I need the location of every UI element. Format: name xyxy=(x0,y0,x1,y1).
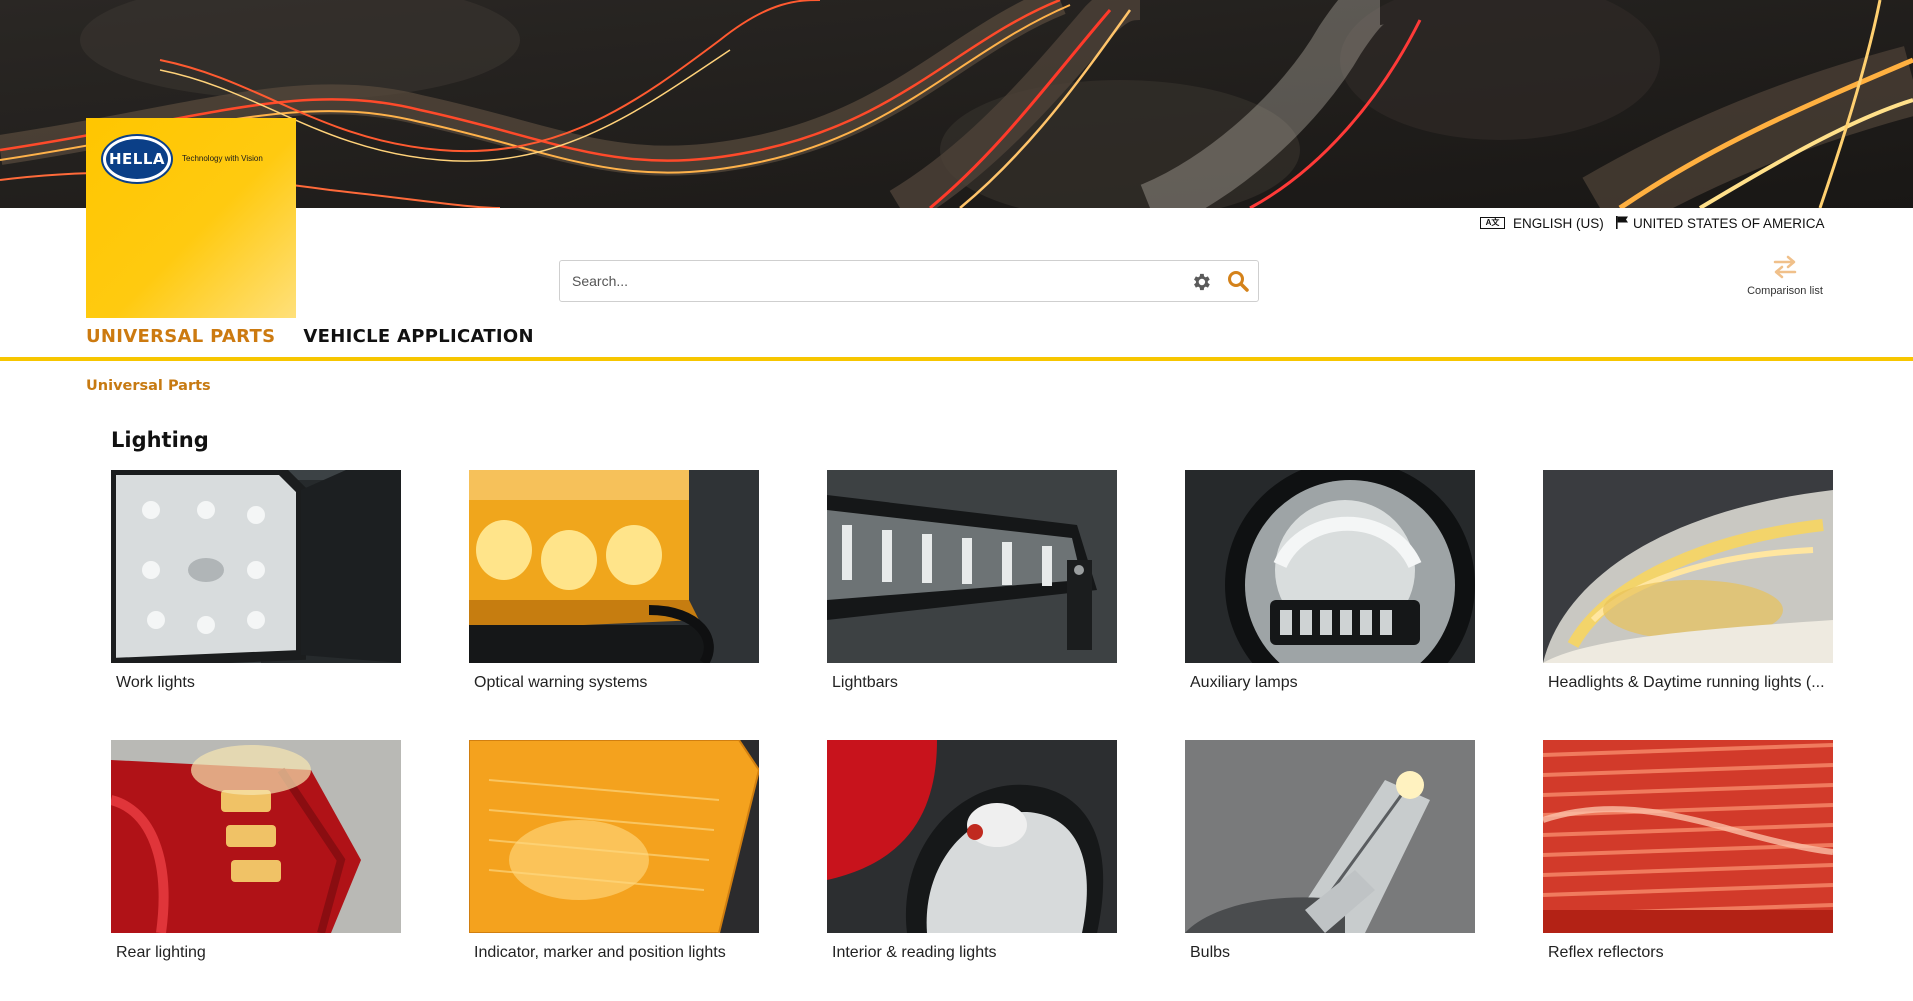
comparison-list-label: Comparison list xyxy=(1747,285,1823,297)
search-settings-button[interactable] xyxy=(1190,271,1212,293)
country-selector[interactable]: UNITED STATES OF AMERICA xyxy=(1615,214,1825,232)
category-label: Lightbars xyxy=(832,674,898,691)
category-card-bulbs[interactable]: Bulbs xyxy=(1185,740,1475,970)
category-card-rear-lighting[interactable]: Rear lighting xyxy=(111,740,401,970)
language-label: ENGLISH (US) xyxy=(1513,215,1604,231)
category-card-headlights-daytime-running-lights[interactable]: Headlights & Daytime running lights (... xyxy=(1543,470,1833,700)
category-card-indicator-marker-position-lights[interactable]: Indicator, marker and position lights xyxy=(469,740,759,970)
category-image-reflex-reflectors xyxy=(1543,740,1833,933)
category-card-work-lights[interactable]: Work lights xyxy=(111,470,401,700)
gear-icon xyxy=(1194,273,1210,291)
breadcrumb: Universal Parts xyxy=(86,378,211,394)
category-image-bulbs xyxy=(1185,740,1475,933)
section-title: Lighting xyxy=(111,428,209,452)
nav-divider xyxy=(0,357,1913,361)
search-icon xyxy=(1228,271,1249,292)
search-bar xyxy=(559,260,1259,302)
language-selector[interactable]: A文 ENGLISH (US) xyxy=(1480,214,1604,232)
nav-universal-parts[interactable]: UNIVERSAL PARTS xyxy=(86,326,275,347)
category-image-rear-lighting xyxy=(111,740,401,933)
logo-tagline: Technology with Vision xyxy=(182,154,263,163)
category-label: Optical warning systems xyxy=(474,674,648,691)
category-label: Work lights xyxy=(116,674,195,691)
nav-vehicle-application[interactable]: VEHICLE APPLICATION xyxy=(303,326,534,347)
category-card-interior-reading-lights[interactable]: Interior & reading lights xyxy=(827,740,1117,970)
breadcrumb-item-universal-parts[interactable]: Universal Parts xyxy=(86,378,211,394)
main-nav: UNIVERSAL PARTS VEHICLE APPLICATION xyxy=(86,326,534,347)
category-label: Headlights & Daytime running lights (... xyxy=(1548,674,1825,691)
category-image-auxiliary-lamps xyxy=(1185,470,1475,663)
comparison-list-button[interactable]: Comparison list xyxy=(1740,255,1830,305)
search-submit-button[interactable] xyxy=(1226,269,1250,293)
category-image-work-lights xyxy=(111,470,401,663)
category-card-reflex-reflectors[interactable]: Reflex reflectors xyxy=(1543,740,1833,970)
category-image-optical-warning-systems xyxy=(469,470,759,663)
category-image-headlights xyxy=(1543,470,1833,663)
flag-icon xyxy=(1615,215,1629,232)
category-label: Auxiliary lamps xyxy=(1190,674,1298,691)
category-label: Interior & reading lights xyxy=(832,944,997,961)
hella-logo-mark: HELLA xyxy=(103,136,171,182)
category-card-optical-warning-systems[interactable]: Optical warning systems xyxy=(469,470,759,700)
category-label: Reflex reflectors xyxy=(1548,944,1664,961)
hella-logo[interactable]: HELLA Technology with Vision xyxy=(86,118,296,318)
country-label: UNITED STATES OF AMERICA xyxy=(1633,215,1825,231)
category-image-lightbars xyxy=(827,470,1117,663)
category-image-indicator-lights xyxy=(469,740,759,933)
language-icon: A文 xyxy=(1480,217,1505,229)
category-label: Bulbs xyxy=(1190,944,1231,961)
logo-wordmark: HELLA xyxy=(108,150,166,168)
category-card-lightbars[interactable]: Lightbars xyxy=(827,470,1117,700)
search-input[interactable] xyxy=(572,269,1172,293)
category-label: Indicator, marker and position lights xyxy=(474,944,726,961)
compare-arrows-icon xyxy=(1773,255,1797,279)
category-label: Rear lighting xyxy=(116,944,206,961)
category-card-auxiliary-lamps[interactable]: Auxiliary lamps xyxy=(1185,470,1475,700)
category-image-interior-lights xyxy=(827,740,1117,933)
